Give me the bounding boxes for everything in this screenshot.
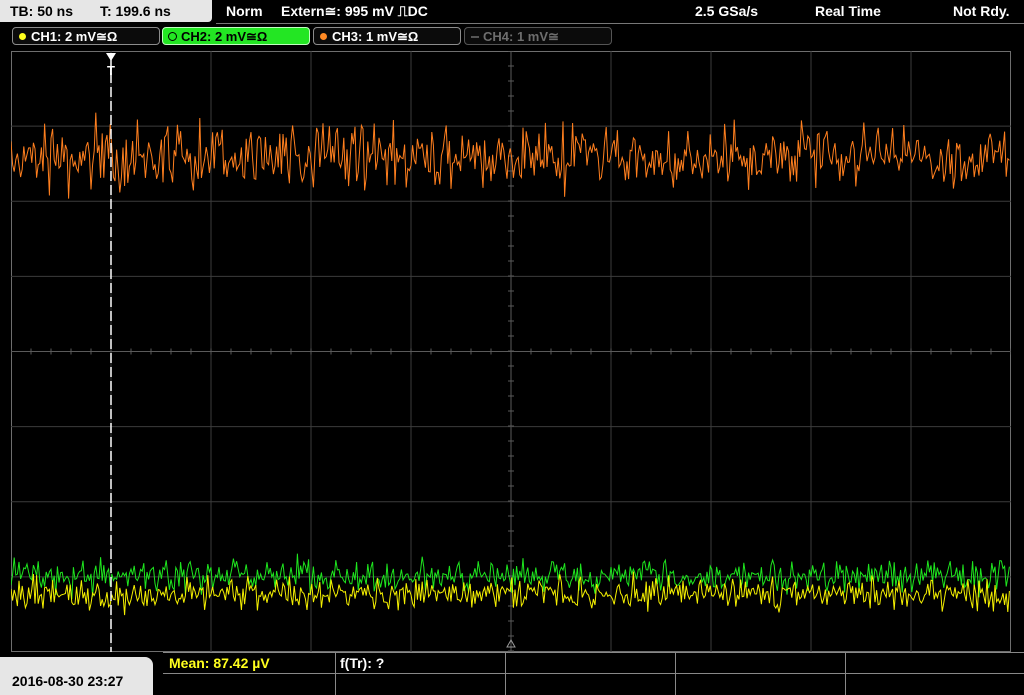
datetime: 2016-08-30 23:27 xyxy=(12,673,124,689)
ch3-label: CH3: 1 mV≅Ω xyxy=(332,29,419,44)
waveforms xyxy=(10,112,1010,616)
status-bar: TB: 50 ns T: 199.6 ns Norm Extern≅: 995 … xyxy=(0,0,1024,24)
acquisition-status: Not Rdy. xyxy=(953,3,1010,19)
timebase-box[interactable]: TB: 50 ns T: 199.6 ns xyxy=(0,0,212,22)
trigger-marker-label: T xyxy=(107,63,115,78)
scope-display[interactable]: T xyxy=(10,50,1012,652)
acquisition-mode: Real Time xyxy=(815,3,881,19)
measurement-cell-empty-1[interactable] xyxy=(505,652,675,695)
measurement-cell-mean[interactable]: Mean: 87.42 µV xyxy=(163,652,335,695)
tab-ch1[interactable]: CH1: 2 mV≅Ω xyxy=(12,27,160,45)
ch1-indicator-icon xyxy=(19,33,26,40)
status-divider xyxy=(216,23,1024,24)
ch4-label: CH4: 1 mV≅ xyxy=(483,29,559,44)
ch3-indicator-icon xyxy=(320,33,327,40)
measurement-cell-empty-3[interactable] xyxy=(845,652,1024,695)
trigger-source[interactable]: Extern≅: 995 mV ⎍DC xyxy=(281,3,428,20)
ch2-label: CH2: 2 mV≅Ω xyxy=(181,29,268,44)
measurement-cell-ftr[interactable]: f(Tr): ? xyxy=(335,652,505,695)
waveform-area: T xyxy=(10,50,1012,652)
ch1-label: CH1: 2 mV≅Ω xyxy=(31,29,118,44)
timebase-readout: TB: 50 ns xyxy=(10,3,74,19)
datetime-box: 2016-08-30 23:27 xyxy=(0,657,153,695)
sample-rate: 2.5 GSa/s xyxy=(695,3,759,19)
ftr-measurement: f(Tr): ? xyxy=(340,655,385,671)
mean-measurement: Mean: 87.42 µV xyxy=(169,655,270,671)
ch2-indicator-icon xyxy=(168,32,177,41)
measurement-cell-empty-2[interactable] xyxy=(675,652,845,695)
trigger-arrow-icon xyxy=(106,53,116,61)
tab-ch2[interactable]: CH2: 2 mV≅Ω xyxy=(162,27,310,45)
trigger-mode[interactable]: Norm xyxy=(226,3,263,19)
ch4-indicator-icon xyxy=(471,36,479,38)
tab-ch4[interactable]: CH4: 1 mV≅ xyxy=(464,27,612,45)
trigger-time-readout: T: 199.6 ns xyxy=(100,3,171,19)
measurement-panel[interactable]: Mean: 87.42 µV f(Tr): ? xyxy=(163,652,1024,695)
tab-ch3[interactable]: CH3: 1 mV≅Ω xyxy=(313,27,461,45)
